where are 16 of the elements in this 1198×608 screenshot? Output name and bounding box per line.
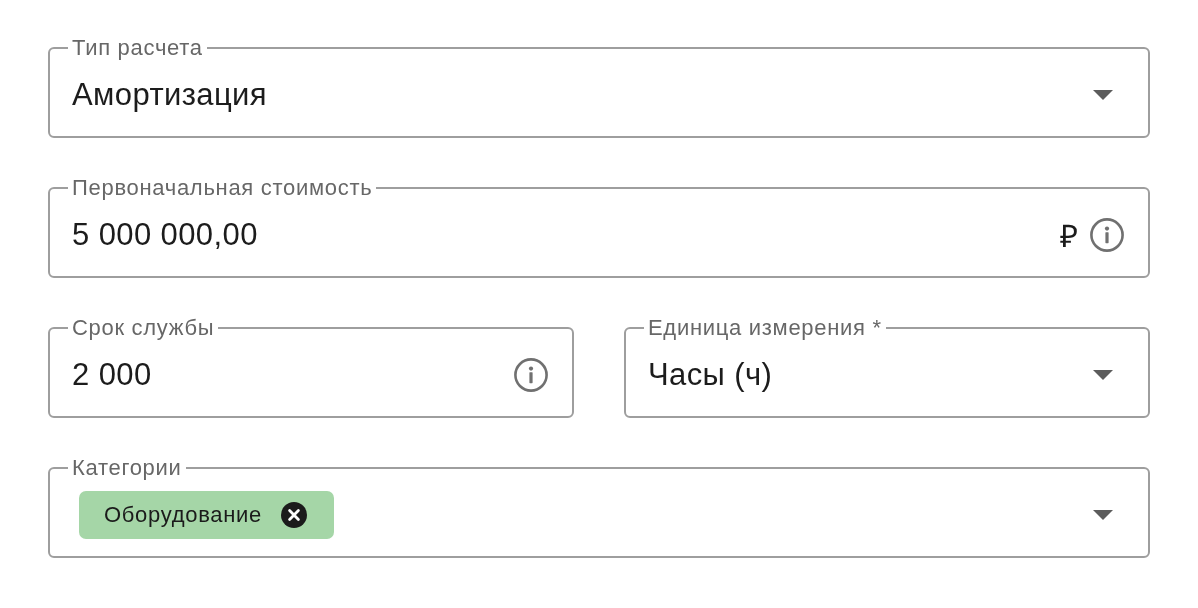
field-value: Часы (ч) xyxy=(648,357,773,393)
caret-icon xyxy=(1093,510,1113,520)
remove-icon[interactable] xyxy=(281,502,308,528)
field-label: Срок службы xyxy=(71,316,216,340)
field-value: Амортизация xyxy=(72,77,268,113)
input-field[interactable]: Срок службы 2 000 xyxy=(48,316,574,418)
chip-label: Оборудование xyxy=(104,502,263,528)
caret-icon xyxy=(1093,90,1113,100)
field-value: 5 000 000,00 xyxy=(72,217,258,253)
field-value: 2 000 xyxy=(72,357,152,393)
currency-symbol: ₽ xyxy=(1060,218,1078,256)
caret-icon xyxy=(1093,370,1113,380)
field-label: Единица измерения * xyxy=(647,316,883,340)
field-label: Категории xyxy=(71,456,183,480)
field-label: Первоначальная стоимость xyxy=(71,176,374,200)
field-label: Тип расчета xyxy=(71,36,204,60)
